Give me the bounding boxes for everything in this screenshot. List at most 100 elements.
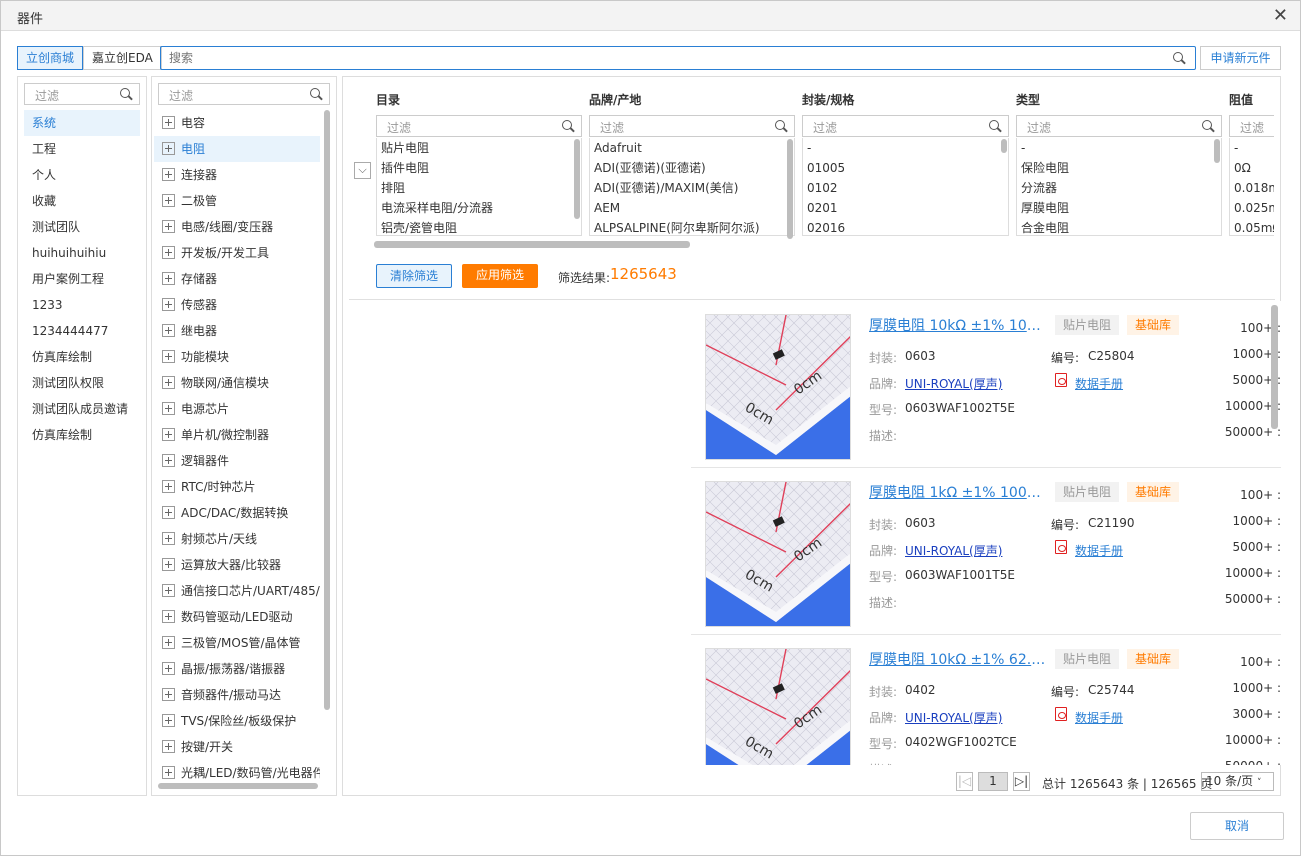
current-page[interactable]: 1 — [978, 772, 1008, 791]
expand-plus-icon[interactable] — [162, 558, 175, 571]
category-item[interactable]: 电源芯片 — [154, 396, 320, 422]
library-item[interactable]: 测试团队成员邀请 — [24, 396, 140, 422]
library-filter[interactable]: 过滤 — [24, 83, 140, 105]
expand-plus-icon[interactable] — [162, 740, 175, 753]
expand-plus-icon[interactable] — [162, 532, 175, 545]
expand-plus-icon[interactable] — [162, 480, 175, 493]
category-item[interactable]: 音频器件/振动马达 — [154, 682, 320, 708]
product-thumbnail[interactable]: 0cm 0cm — [705, 314, 851, 460]
category-item[interactable]: 电感/线圈/变压器 — [154, 214, 320, 240]
pdf-icon[interactable] — [1055, 707, 1067, 721]
category-item[interactable]: 二极管 — [154, 188, 320, 214]
library-item[interactable]: 仿真库绘制 — [24, 344, 140, 370]
category-scrollbar[interactable] — [324, 110, 330, 710]
product-scrollbar[interactable] — [1271, 305, 1278, 429]
library-item[interactable]: huihuihuihiu — [24, 240, 140, 266]
columns-hscrollbar[interactable] — [374, 241, 690, 248]
expand-plus-icon[interactable] — [162, 610, 175, 623]
library-item[interactable]: 用户案例工程 — [24, 266, 140, 292]
category-item[interactable]: 物联网/通信模块 — [154, 370, 320, 396]
datasheet-link[interactable]: 数据手册 — [1075, 709, 1123, 726]
filter-option[interactable]: 01005 — [803, 158, 1008, 178]
expand-plus-icon[interactable] — [162, 402, 175, 415]
search-icon[interactable] — [1173, 52, 1186, 65]
category-item[interactable]: ADC/DAC/数据转换 — [154, 500, 320, 526]
close-icon[interactable]: ✕ — [1273, 5, 1288, 26]
search-input[interactable] — [161, 47, 1141, 69]
brand-link[interactable]: UNI-ROYAL(厚声) — [905, 542, 1002, 559]
filter-option[interactable]: 分流器 — [1017, 178, 1221, 198]
category-filter[interactable]: 过滤 — [158, 83, 330, 105]
expand-plus-icon[interactable] — [162, 220, 175, 233]
page-size-select[interactable]: 10 条/页 ˅ — [1201, 772, 1274, 791]
brand-link[interactable]: UNI-ROYAL(厚声) — [905, 375, 1002, 392]
tab-lcsc[interactable]: 立创商城 — [17, 46, 84, 70]
category-item[interactable]: 逻辑器件 — [154, 448, 320, 474]
expand-plus-icon[interactable] — [162, 298, 175, 311]
filter-option[interactable]: AEM — [590, 198, 794, 218]
category-hscrollbar[interactable] — [158, 783, 318, 789]
last-page-icon[interactable]: ▷| — [1013, 772, 1030, 791]
expand-plus-icon[interactable] — [162, 324, 175, 337]
expand-plus-icon[interactable] — [162, 584, 175, 597]
expand-plus-icon[interactable] — [162, 714, 175, 727]
package-filter[interactable]: 过滤 — [802, 115, 1009, 137]
library-item[interactable]: 个人 — [24, 162, 140, 188]
collapse-chevron-icon[interactable]: ⌵ — [354, 162, 371, 179]
filter-option[interactable]: ALPSALPINE(阿尔卑斯阿尔派) — [590, 218, 794, 235]
category-item[interactable]: 射频芯片/天线 — [154, 526, 320, 552]
brand-filter[interactable]: 过滤 — [589, 115, 795, 137]
category-item[interactable]: 三极管/MOS管/晶体管 — [154, 630, 320, 656]
expand-plus-icon[interactable] — [162, 428, 175, 441]
product-thumbnail[interactable]: 0cm 0cm — [705, 648, 851, 765]
brand-scrollbar[interactable] — [787, 139, 793, 239]
expand-plus-icon[interactable] — [162, 350, 175, 363]
filter-option[interactable]: - — [803, 138, 1008, 158]
catalog-scrollbar[interactable] — [574, 139, 580, 219]
filter-option[interactable]: 0201 — [803, 198, 1008, 218]
package-scrollbar[interactable] — [1001, 139, 1007, 153]
filter-option[interactable]: - — [1230, 138, 1274, 158]
category-item[interactable]: 电阻 — [154, 136, 320, 162]
category-item[interactable]: 功能模块 — [154, 344, 320, 370]
type-filter[interactable]: 过滤 — [1016, 115, 1222, 137]
product-title-link[interactable]: 厚膜电阻 10kΩ ±1% 100mW — [869, 315, 1049, 335]
catalog-filter[interactable]: 过滤 — [376, 115, 582, 137]
product-title-link[interactable]: 厚膜电阻 10kΩ ±1% 62.5... — [869, 649, 1049, 669]
filter-option[interactable]: 0102 — [803, 178, 1008, 198]
product-thumbnail[interactable]: 0cm 0cm — [705, 481, 851, 627]
filter-option[interactable]: 02016 — [803, 218, 1008, 235]
expand-plus-icon[interactable] — [162, 662, 175, 675]
category-item[interactable]: 光耦/LED/数码管/光电器件 — [154, 760, 320, 784]
apply-filter-button[interactable]: 应用筛选 — [462, 264, 538, 288]
category-item[interactable]: 晶振/振荡器/谐振器 — [154, 656, 320, 682]
expand-plus-icon[interactable] — [162, 506, 175, 519]
category-item[interactable]: 开发板/开发工具 — [154, 240, 320, 266]
filter-option[interactable]: 贴片电阻 — [377, 138, 581, 158]
category-item[interactable]: 运算放大器/比较器 — [154, 552, 320, 578]
category-item[interactable]: 继电器 — [154, 318, 320, 344]
filter-option[interactable]: 插件电阻 — [377, 158, 581, 178]
library-item[interactable]: 1233 — [24, 292, 140, 318]
pdf-icon[interactable] — [1055, 540, 1067, 554]
filter-option[interactable]: 0Ω — [1230, 158, 1274, 178]
filter-option[interactable]: 厚膜电阻 — [1017, 198, 1221, 218]
expand-plus-icon[interactable] — [162, 168, 175, 181]
expand-plus-icon[interactable] — [162, 272, 175, 285]
filter-option[interactable]: 铝壳/瓷管电阻 — [377, 218, 581, 235]
category-item[interactable]: 数码管驱动/LED驱动 — [154, 604, 320, 630]
brand-link[interactable]: UNI-ROYAL(厚声) — [905, 709, 1002, 726]
library-item[interactable]: 1234444477 — [24, 318, 140, 344]
datasheet-link[interactable]: 数据手册 — [1075, 542, 1123, 559]
apply-new-component-button[interactable]: 申请新元件 — [1200, 46, 1281, 70]
filter-option[interactable]: 0.05mΩ — [1230, 218, 1274, 235]
pdf-icon[interactable] — [1055, 373, 1067, 387]
category-item[interactable]: 通信接口芯片/UART/485/23 — [154, 578, 320, 604]
category-item[interactable]: RTC/时钟芯片 — [154, 474, 320, 500]
expand-plus-icon[interactable] — [162, 194, 175, 207]
filter-option[interactable]: 排阻 — [377, 178, 581, 198]
library-item[interactable]: 测试团队权限 — [24, 370, 140, 396]
product-title-link[interactable]: 厚膜电阻 1kΩ ±1% 100mW — [869, 482, 1049, 502]
expand-plus-icon[interactable] — [162, 688, 175, 701]
expand-plus-icon[interactable] — [162, 246, 175, 259]
